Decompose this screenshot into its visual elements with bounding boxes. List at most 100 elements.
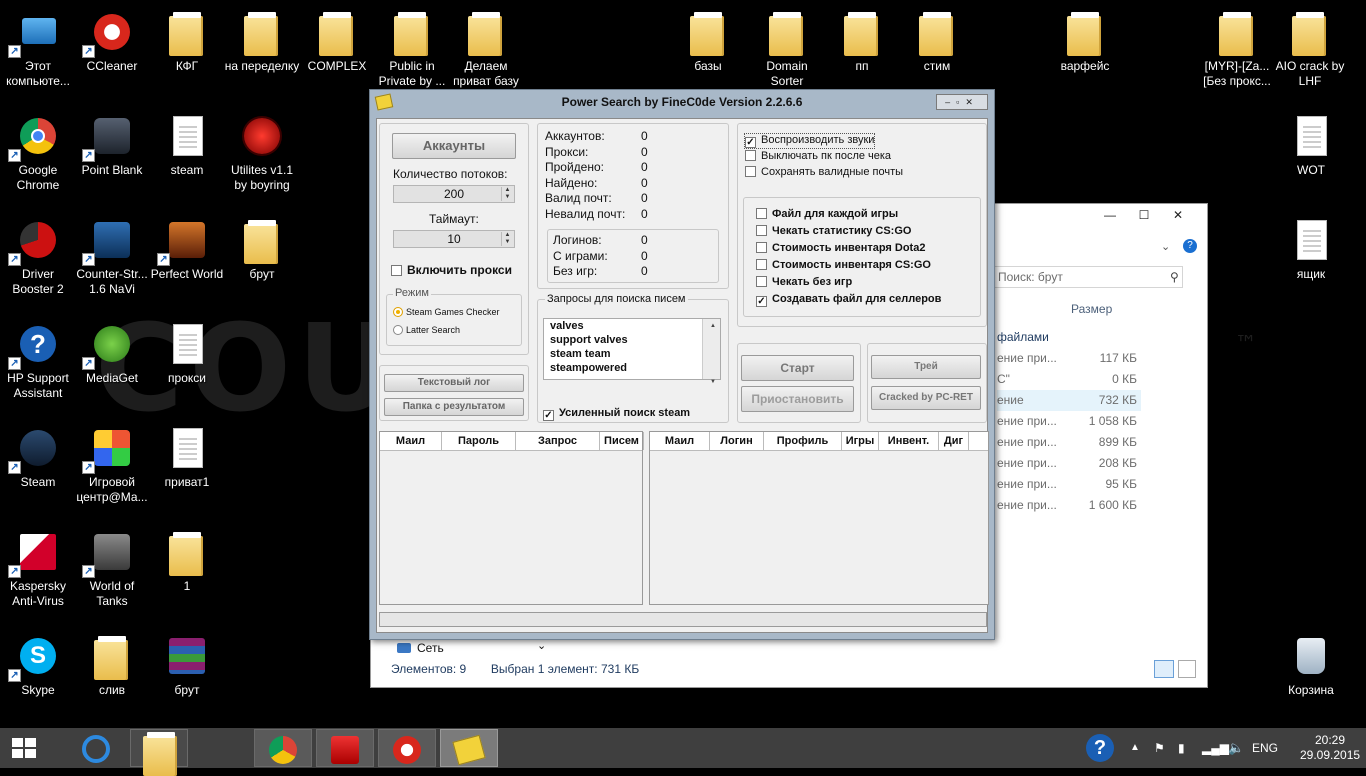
radio-unselected[interactable] bbox=[393, 325, 403, 335]
checkbox-box[interactable] bbox=[756, 208, 767, 219]
radio-selected[interactable] bbox=[393, 307, 403, 317]
column-header[interactable]: Писем bbox=[600, 432, 644, 450]
column-header[interactable]: Маил bbox=[650, 432, 710, 450]
details-view-icon[interactable] bbox=[1154, 660, 1174, 678]
option-checkbox[interactable]: Сохранять валидные почты bbox=[745, 166, 903, 179]
queries-list[interactable]: valves support valves steam team steampower… bbox=[543, 318, 721, 385]
search-icon[interactable]: ⚲ bbox=[1170, 270, 1179, 284]
network-signal-icon[interactable]: ▂▄▆ bbox=[1202, 728, 1229, 768]
desktop-icon[interactable]: 1 bbox=[149, 528, 225, 594]
accounts-button[interactable]: Аккаунты bbox=[392, 133, 516, 159]
threads-stepper[interactable]: 200 ▲ ▼ bbox=[393, 185, 515, 203]
network-nav-item[interactable]: Сеть ⌄ bbox=[397, 640, 546, 655]
enable-proxy-checkbox[interactable]: Включить прокси bbox=[391, 264, 512, 277]
column-header[interactable]: Профиль bbox=[764, 432, 842, 450]
mode-steam-games-radio[interactable]: Steam Games Checker bbox=[393, 307, 500, 317]
desktop-icon[interactable]: ↗ Игровой центр@Ма... bbox=[74, 424, 150, 505]
battery-icon[interactable]: ▮ bbox=[1178, 728, 1185, 768]
desktop-icon[interactable]: ↗ World of Tanks bbox=[74, 528, 150, 609]
desktop-icon[interactable]: Utilites v1.1 by boyring bbox=[224, 112, 300, 193]
desktop-icon[interactable]: COMPLEX bbox=[299, 8, 375, 74]
option-checkbox[interactable]: ✓ Воспроизводить звуки bbox=[743, 133, 876, 149]
checkbox-box-checked[interactable]: ✓ bbox=[543, 410, 554, 421]
enhanced-search-checkbox[interactable]: ✓ Усиленный поиск steam bbox=[543, 407, 690, 421]
desktop-icon[interactable]: WOT bbox=[1273, 112, 1349, 178]
desktop-icon[interactable]: ↗ Google Chrome bbox=[0, 112, 76, 193]
checkbox-box[interactable] bbox=[756, 225, 767, 236]
checkbox-box[interactable] bbox=[745, 166, 756, 177]
query-item[interactable]: steam team bbox=[547, 347, 720, 361]
desktop-icon[interactable]: ящик bbox=[1273, 216, 1349, 282]
clock[interactable]: 20:29 29.09.2015 bbox=[1300, 733, 1360, 763]
cracked-button[interactable]: Cracked by PC-RET bbox=[871, 386, 981, 410]
spin-arrows-icon[interactable]: ▲ ▼ bbox=[501, 232, 513, 246]
desktop-icon[interactable]: брут bbox=[149, 632, 225, 698]
column-header[interactable]: Маил bbox=[380, 432, 442, 450]
desktop-icon[interactable]: стим bbox=[899, 8, 975, 74]
minimize-button[interactable]: — bbox=[1097, 205, 1123, 225]
query-item[interactable]: support valves bbox=[547, 333, 720, 347]
desktop-icon[interactable]: steam bbox=[149, 112, 225, 178]
column-header-size[interactable]: Размер bbox=[1071, 302, 1112, 316]
desktop-icon[interactable]: ↗ Этот компьюте... bbox=[0, 8, 76, 89]
column-header[interactable]: Диг bbox=[939, 432, 969, 450]
chevron-down-icon[interactable]: ⌄ bbox=[1161, 240, 1170, 253]
power-search-window[interactable]: Power Search by FineC0de Version 2.2.6.6… bbox=[369, 89, 995, 640]
desktop-icon[interactable]: ↗ Point Blank bbox=[74, 112, 150, 178]
desktop-icon[interactable]: S ↗ Skype bbox=[0, 632, 76, 698]
window-controls[interactable]: –▫✕ bbox=[936, 94, 988, 110]
desktop-icon[interactable]: ? ↗ HP Support Assistant bbox=[0, 320, 76, 401]
file-row[interactable]: ение при... 1 058 КБ bbox=[997, 411, 1141, 432]
mode-latter-search-radio[interactable]: Latter Search bbox=[393, 325, 460, 335]
scrollbar[interactable]: ▲ ▼ bbox=[702, 319, 720, 385]
taskbar-app-button[interactable] bbox=[316, 729, 374, 767]
text-log-button[interactable]: Текстовый лог bbox=[384, 374, 524, 392]
desktop-icon[interactable]: базы bbox=[670, 8, 746, 74]
close-button[interactable]: ✕ bbox=[1165, 205, 1191, 225]
option-checkbox[interactable]: Стоимость инвентаря Dota2 bbox=[756, 242, 925, 255]
desktop-icon[interactable]: ↗ Steam bbox=[0, 424, 76, 490]
desktop-icon[interactable]: Делаем приват базу bbox=[448, 8, 524, 89]
file-row[interactable]: ение при... 899 КБ bbox=[997, 432, 1141, 453]
desktop-icon[interactable]: Public in Private by ... bbox=[374, 8, 450, 89]
close-button[interactable]: ✕ bbox=[965, 97, 979, 107]
large-icons-view-icon[interactable] bbox=[1178, 660, 1196, 678]
option-checkbox[interactable]: Чекать без игр bbox=[756, 276, 852, 289]
desktop-icon[interactable]: AIO crack by LHF bbox=[1272, 8, 1348, 89]
desktop-icon[interactable]: ↗ Counter-Str... 1.6 NaVi bbox=[74, 216, 150, 297]
file-row[interactable]: ение при... 1 600 КБ bbox=[997, 495, 1141, 516]
help-icon[interactable]: ? bbox=[1183, 239, 1197, 253]
column-header[interactable]: Логин bbox=[710, 432, 764, 450]
desktop-icon[interactable]: [MYR]-[Za... [Без прокс... bbox=[1199, 8, 1275, 89]
column-header[interactable]: Запрос bbox=[516, 432, 600, 450]
maximize-button[interactable]: ▫ bbox=[956, 97, 965, 107]
option-checkbox[interactable]: Стоимость инвентаря CS:GO bbox=[756, 259, 931, 272]
desktop-icon[interactable]: ↗ Kaspersky Anti-Virus bbox=[0, 528, 76, 609]
pause-button[interactable]: Приостановить bbox=[741, 386, 854, 412]
taskbar-app-button[interactable] bbox=[378, 729, 436, 767]
column-header[interactable]: Пароль bbox=[442, 432, 516, 450]
option-checkbox[interactable]: Чекать статистику CS:GO bbox=[756, 225, 911, 238]
option-checkbox[interactable]: Выключать пк после чека bbox=[745, 150, 891, 163]
desktop-icon[interactable]: на переделку bbox=[224, 8, 300, 74]
desktop-icon[interactable]: ↗ MediaGet bbox=[74, 320, 150, 386]
checkbox-box[interactable] bbox=[756, 242, 767, 253]
desktop-icon[interactable]: пп bbox=[824, 8, 900, 74]
file-row[interactable]: С" 0 КБ bbox=[997, 369, 1141, 390]
column-header[interactable]: Игры bbox=[842, 432, 879, 450]
desktop-icon[interactable]: брут bbox=[224, 216, 300, 282]
minimize-button[interactable]: – bbox=[945, 97, 956, 107]
checkbox-box-checked[interactable]: ✓ bbox=[745, 137, 756, 148]
query-item[interactable]: valves bbox=[547, 319, 720, 333]
show-hidden-icons-icon[interactable]: ▲ bbox=[1130, 728, 1140, 768]
results-folder-button[interactable]: Папка с результатом bbox=[384, 398, 524, 416]
checkbox-box[interactable] bbox=[756, 259, 767, 270]
timeout-stepper[interactable]: 10 ▲ ▼ bbox=[393, 230, 515, 248]
volume-icon[interactable]: 🔈 bbox=[1228, 728, 1244, 768]
taskbar-app-button[interactable] bbox=[68, 729, 126, 767]
start-button[interactable]: Старт bbox=[741, 355, 854, 381]
desktop-icon[interactable]: ↗ CCleaner bbox=[74, 8, 150, 74]
checkbox-box-checked[interactable]: ✓ bbox=[756, 296, 767, 307]
desktop-icon[interactable]: КФГ bbox=[149, 8, 225, 74]
checkbox-box[interactable] bbox=[745, 150, 756, 161]
